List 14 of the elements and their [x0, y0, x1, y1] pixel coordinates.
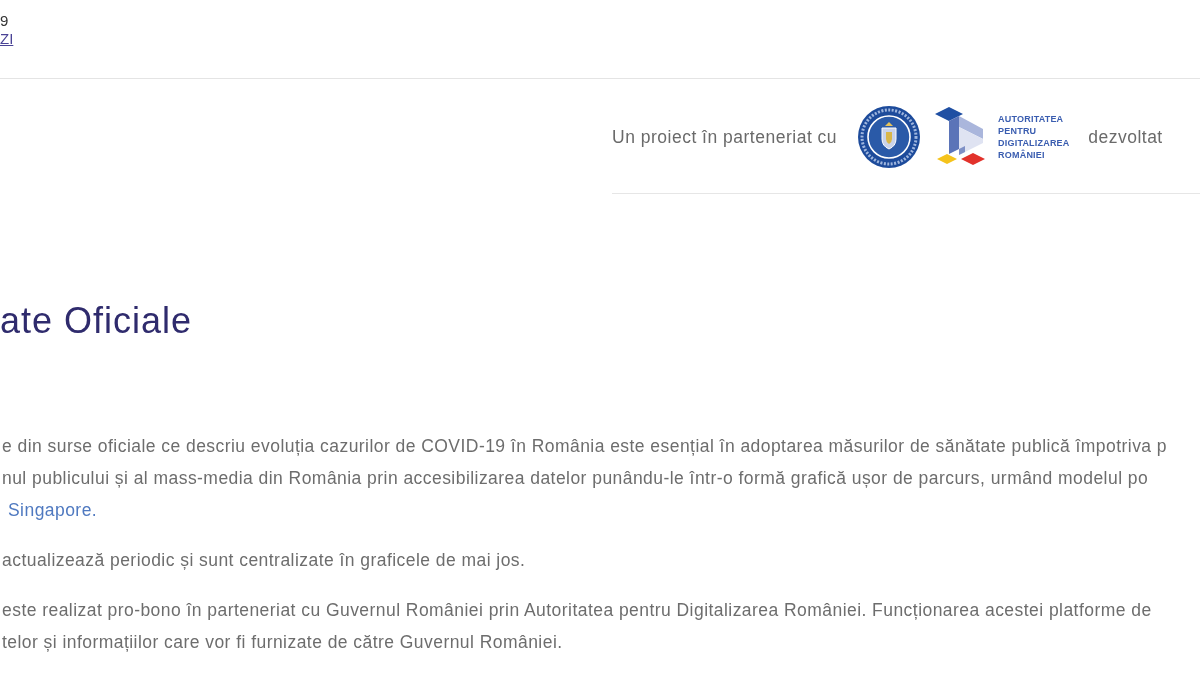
logo-wordmark: AUTORITATEA PENTRU DIGITALIZAREA ROMÂNIEI: [998, 113, 1070, 161]
partner-intro-text: Un proiect în parteneriat cu: [612, 126, 838, 148]
body-text: telor și informațiilor care vor fi furnizate de către Guvernul României.: [1, 631, 563, 653]
body-text: actualizează periodic și sunt centralizate în graficele de mai jos.: [1, 549, 526, 571]
text-link[interactable]: Singapore.: [0, 499, 98, 521]
body-text: nul publicului și al mass-media din România prin accesibilizarea datelor punându-le într-o formă grafică ușor de parcurs, urmând modelul po: [1, 467, 1149, 489]
page-title: ate Oficiale: [0, 299, 193, 343]
logo-icon: [935, 107, 986, 167]
nav-link[interactable]: ZI: [0, 30, 14, 48]
developer-text: dezvoltat: [1088, 126, 1163, 148]
body-text: este realizat pro-bono în parteneriat cu Guvernul României prin Autoritatea pentru Digitalizarea României. Funcționarea acestei platforme de: [1, 599, 1152, 621]
header-text: 9: [0, 12, 9, 30]
body-text: e din surse oficiale ce descriu evoluția cazurilor de COVID-19 în România este esențial în adoptarea măsurilor de sănătate publică împotriva p: [1, 435, 1168, 457]
seal-icon: [858, 106, 921, 168]
